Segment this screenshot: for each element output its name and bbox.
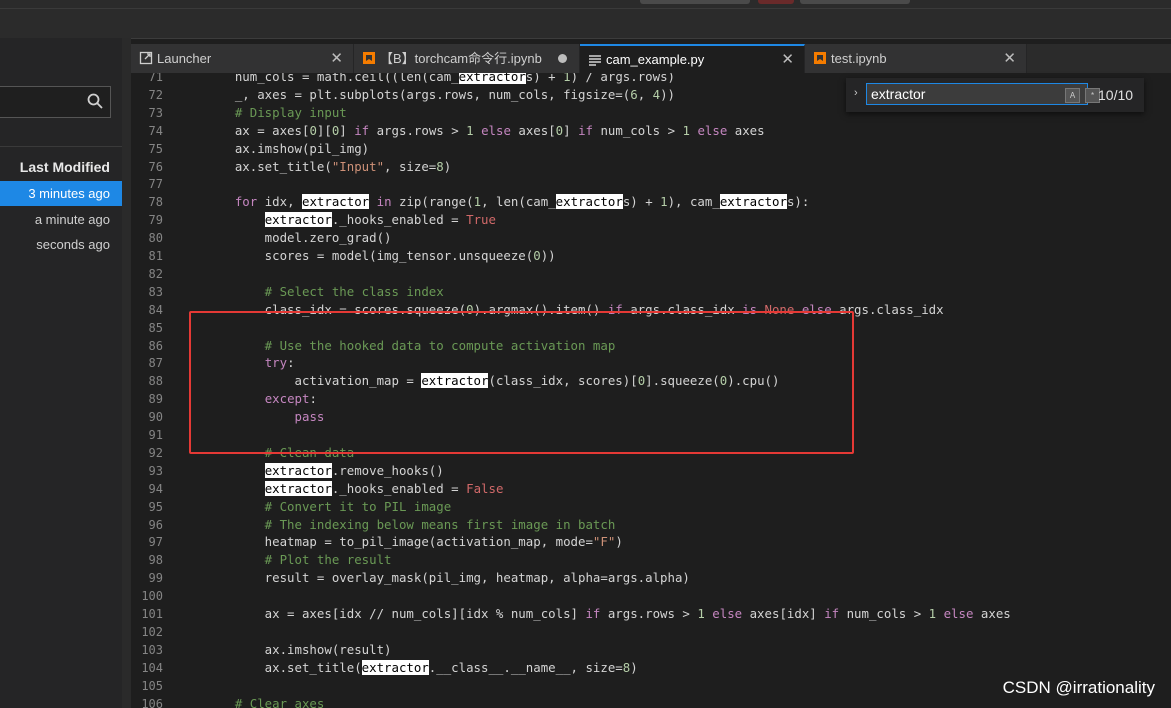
code-line[interactable]: ax.set_title(extractor.__class__.__name_…: [205, 659, 638, 677]
line-number: 92: [148, 445, 163, 460]
file-row-modified[interactable]: 3 minutes ago: [0, 181, 122, 206]
line-number: 91: [148, 428, 163, 442]
code-line[interactable]: model.zero_grad(): [205, 229, 392, 247]
line-number: 98: [148, 553, 163, 568]
line-number: 72: [148, 87, 163, 102]
tab-launcher[interactable]: Launcher ✕: [131, 44, 354, 73]
line-number: 93: [148, 463, 163, 478]
panel-splitter[interactable]: [122, 38, 131, 708]
line-number: 106: [141, 696, 163, 708]
code-line[interactable]: _, axes = plt.subplots(args.rows, num_co…: [205, 86, 675, 104]
line-number: 99: [148, 571, 163, 586]
line-number: 84: [148, 302, 163, 317]
file-row-modified[interactable]: seconds ago: [0, 232, 122, 257]
code-line[interactable]: # Convert it to PIL image: [205, 498, 452, 516]
watermark: CSDN @irrationality: [1002, 678, 1155, 697]
line-number: 86: [148, 338, 163, 353]
close-icon[interactable]: ✕: [781, 46, 794, 73]
code-line[interactable]: extractor._hooks_enabled = True: [205, 211, 496, 229]
annotation-highlight-box: [189, 311, 854, 454]
line-number: 103: [141, 642, 163, 657]
tab-label: 【B】torchcam命令行.ipynb: [380, 51, 542, 66]
tab-label: cam_example.py: [606, 52, 705, 67]
text-file-icon: [589, 55, 601, 66]
unsaved-dot-icon[interactable]: [558, 54, 567, 63]
code-line[interactable]: # The indexing below means first image i…: [205, 516, 616, 534]
code-line[interactable]: result = overlay_mask(pil_img, heatmap, …: [205, 569, 690, 587]
code-line[interactable]: ax.imshow(result): [205, 641, 392, 659]
line-number: 80: [148, 231, 163, 246]
top-bar-divider: [0, 8, 1171, 9]
close-icon[interactable]: ✕: [330, 44, 343, 73]
line-number: 94: [148, 481, 163, 496]
tab-label: test.ipynb: [831, 51, 887, 66]
code-line[interactable]: # Display input: [205, 104, 347, 122]
line-number: 76: [148, 159, 163, 174]
line-number: 102: [141, 624, 163, 639]
line-number: 97: [148, 535, 163, 550]
line-number: 100: [141, 589, 163, 604]
line-number: 89: [148, 392, 163, 407]
notebook-icon: [363, 52, 375, 64]
line-number: 81: [148, 249, 163, 263]
code-line[interactable]: for idx, extractor in zip(range(1, len(c…: [205, 193, 809, 211]
code-line[interactable]: extractor.remove_hooks(): [205, 462, 444, 480]
code-line[interactable]: num_cols = math.ceil((len(cam_extractors…: [205, 73, 675, 86]
line-number: 82: [148, 266, 163, 281]
line-number: 101: [141, 607, 163, 621]
top-bar-control: [800, 0, 910, 4]
file-browser-sidebar: Last Modified 3 minutes ago a minute ago…: [0, 38, 122, 708]
expand-replace-icon[interactable]: ›: [854, 87, 858, 99]
line-number: 105: [141, 678, 163, 693]
file-search-input[interactable]: [0, 86, 111, 118]
line-number: 77: [148, 177, 163, 192]
tab-label: Launcher: [157, 51, 212, 66]
sidebar-divider: [0, 146, 122, 147]
code-line[interactable]: scores = model(img_tensor.unsqueeze(0)): [205, 247, 556, 265]
code-line[interactable]: # Select the class index: [205, 283, 444, 301]
find-widget: › extractor A * 10/10: [846, 78, 1144, 112]
line-number: 83: [148, 284, 163, 299]
tab-torchcam-notebook[interactable]: 【B】torchcam命令行.ipynb: [354, 44, 580, 73]
line-number: 95: [148, 499, 163, 514]
launcher-icon: [139, 51, 153, 65]
window-top-bar: [0, 0, 1171, 39]
search-icon[interactable]: [86, 92, 104, 110]
match-count: 10/10: [1098, 87, 1134, 103]
code-line[interactable]: ax.imshow(pil_img): [205, 140, 369, 158]
line-number: 71: [148, 73, 163, 84]
notebook-icon: [814, 52, 826, 64]
find-input[interactable]: extractor A *: [866, 83, 1100, 105]
code-line[interactable]: ax = axes[0][0] if args.rows > 1 else ax…: [205, 122, 765, 140]
line-number: 75: [148, 141, 163, 156]
line-number: 85: [148, 320, 163, 335]
code-line[interactable]: ax = axes[idx // num_cols][idx % num_col…: [205, 605, 1011, 623]
line-number: 78: [148, 195, 163, 210]
file-row-modified[interactable]: a minute ago: [0, 207, 122, 232]
code-line[interactable]: extractor._hooks_enabled = False: [205, 480, 503, 498]
find-query: extractor: [871, 86, 926, 102]
top-bar-control: [640, 0, 750, 4]
tab-cam-example[interactable]: cam_example.py ✕: [580, 44, 805, 73]
match-case-icon[interactable]: A: [1065, 88, 1080, 103]
line-number: 73: [148, 105, 163, 120]
line-number: 79: [148, 213, 163, 228]
line-number: 104: [141, 660, 163, 675]
line-number: 96: [148, 517, 163, 532]
code-line[interactable]: # Plot the result: [205, 551, 392, 569]
line-number: 87: [148, 356, 163, 371]
editor-tab-bar: Launcher ✕ 【B】torchcam命令行.ipynb cam_exam…: [131, 44, 1171, 73]
tab-test-notebook[interactable]: test.ipynb ✕: [805, 44, 1027, 73]
code-line[interactable]: ax.set_title("Input", size=8): [205, 158, 451, 176]
top-bar-control-red: [758, 0, 794, 4]
line-number: 74: [148, 123, 163, 138]
code-line[interactable]: heatmap = to_pil_image(activation_map, m…: [205, 533, 623, 551]
code-line[interactable]: # Clear axes: [205, 695, 325, 708]
last-modified-header[interactable]: Last Modified: [20, 159, 110, 175]
close-icon[interactable]: ✕: [1003, 44, 1016, 73]
line-number: 88: [148, 374, 163, 389]
line-number: 90: [148, 410, 163, 425]
